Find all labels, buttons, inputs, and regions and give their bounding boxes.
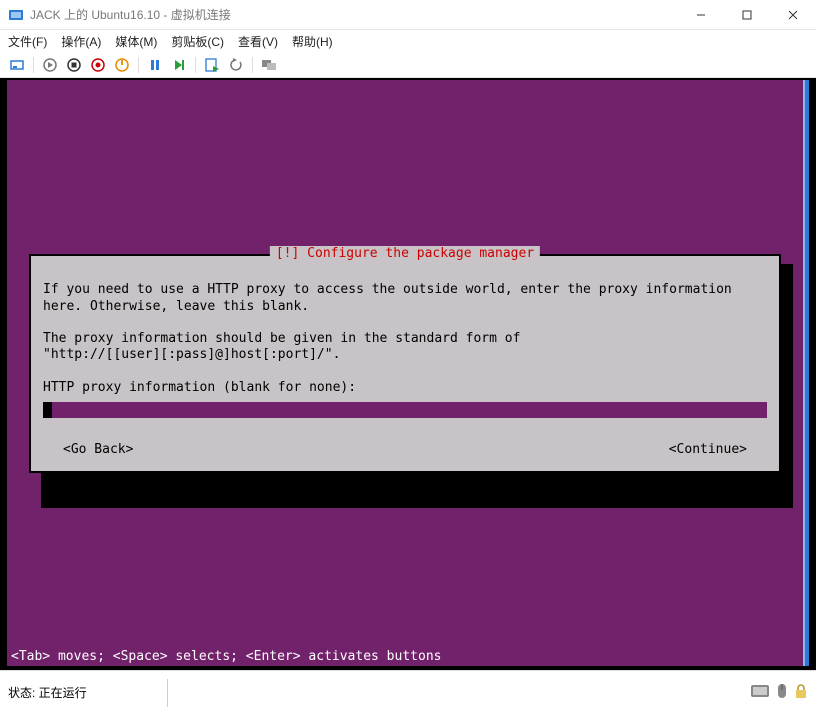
maximize-button[interactable] [724, 0, 770, 30]
dialog-text: If you need to use a HTTP proxy to acces… [43, 266, 767, 396]
dialog-line: "http://[[user][:pass]@]host[:port]/". [43, 347, 340, 362]
dialog-title: [!] Configure the package manager [270, 246, 540, 261]
menu-media[interactable]: 媒体(M) [115, 33, 157, 50]
host-edge-overlay [803, 80, 809, 666]
checkpoint-icon[interactable] [201, 54, 223, 76]
package-manager-dialog: [!] Configure the package manager If you… [29, 254, 781, 473]
menu-view[interactable]: 查看(V) [238, 33, 278, 50]
menu-action[interactable]: 操作(A) [61, 33, 101, 50]
menu-help[interactable]: 帮助(H) [292, 33, 333, 50]
close-button[interactable] [770, 0, 816, 30]
vm-display[interactable]: [!] Configure the package manager If you… [0, 78, 816, 670]
pause-icon[interactable] [144, 54, 166, 76]
app-icon [8, 7, 24, 23]
ctrl-alt-del-icon[interactable] [6, 54, 28, 76]
status-sep [167, 679, 168, 707]
lock-icon [794, 683, 808, 702]
go-back-button[interactable]: <Go Back> [63, 442, 133, 457]
save-icon[interactable] [111, 54, 133, 76]
status-text: 状态: 正在运行 [8, 684, 87, 701]
enhanced-session-icon[interactable] [258, 54, 280, 76]
reset-icon[interactable] [168, 54, 190, 76]
continue-button[interactable]: <Continue> [669, 442, 747, 457]
dialog-line: here. Otherwise, leave this blank. [43, 299, 309, 314]
menubar: 文件(F) 操作(A) 媒体(M) 剪贴板(C) 查看(V) 帮助(H) [0, 30, 816, 52]
minimize-button[interactable] [678, 0, 724, 30]
turnoff-icon[interactable] [63, 54, 85, 76]
statusbar: 状态: 正在运行 [0, 670, 816, 714]
shutdown-icon[interactable] [87, 54, 109, 76]
revert-icon[interactable] [225, 54, 247, 76]
start-icon[interactable] [39, 54, 61, 76]
text-cursor [43, 402, 52, 418]
installer-console: [!] Configure the package manager If you… [7, 80, 809, 666]
help-bar: <Tab> moves; <Space> selects; <Enter> ac… [7, 647, 803, 666]
mouse-icon [776, 683, 788, 702]
menu-clipboard[interactable]: 剪贴板(C) [171, 33, 224, 50]
window-title: JACK 上的 Ubuntu16.10 - 虚拟机连接 [30, 6, 678, 23]
toolbar [0, 52, 816, 78]
keyboard-icon [750, 684, 770, 701]
menu-file[interactable]: 文件(F) [8, 33, 47, 50]
dialog-line: If you need to use a HTTP proxy to acces… [43, 282, 732, 297]
dialog-prompt: HTTP proxy information (blank for none): [43, 380, 356, 395]
http-proxy-input[interactable] [43, 402, 767, 418]
window-titlebar: JACK 上的 Ubuntu16.10 - 虚拟机连接 [0, 0, 816, 30]
dialog-line: The proxy information should be given in… [43, 331, 520, 346]
